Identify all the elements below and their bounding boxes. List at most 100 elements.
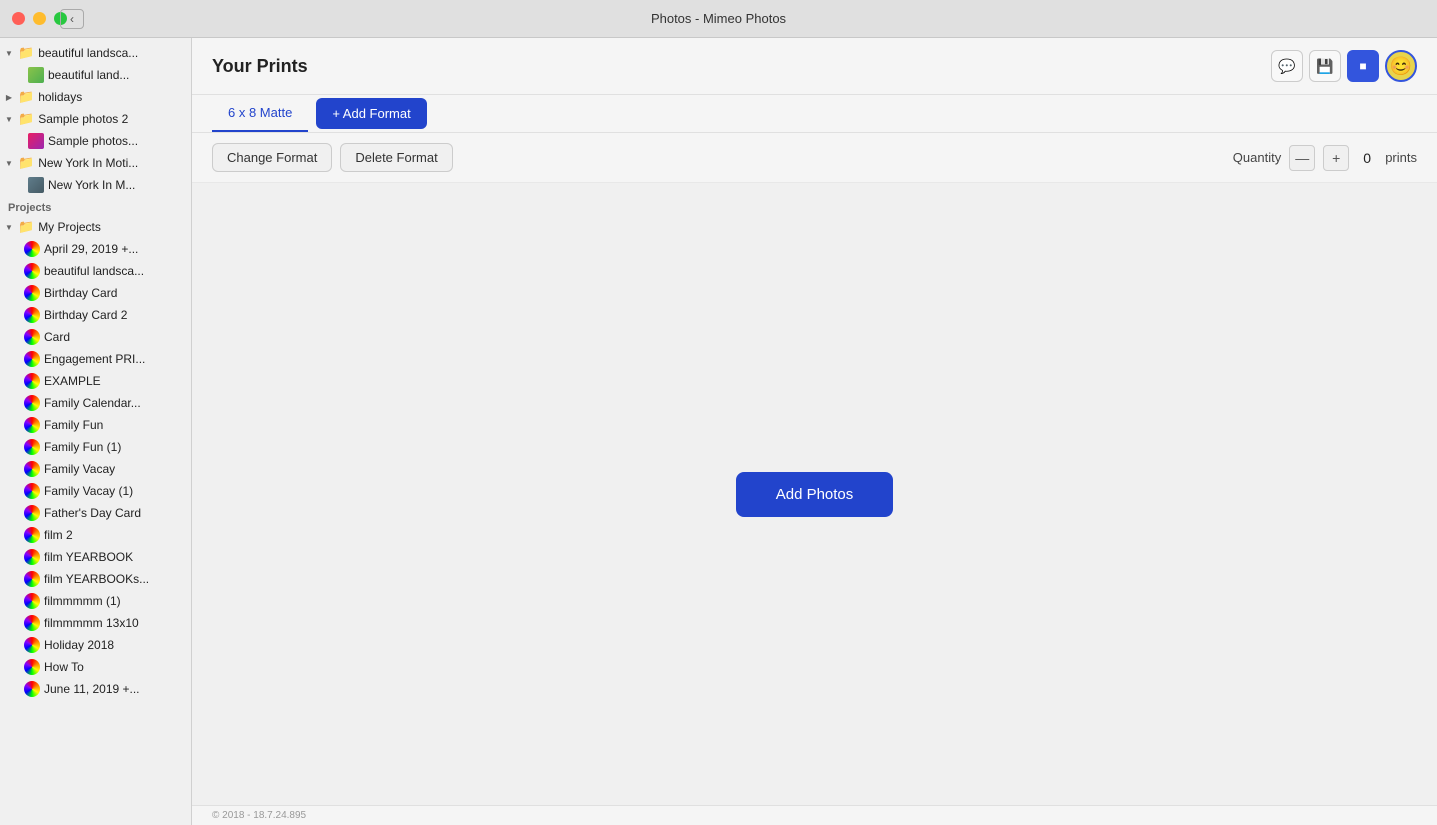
sidebar-item-filmmmmm-1[interactable]: filmmmmm (1) xyxy=(0,590,191,612)
sidebar-item-label: Card xyxy=(44,330,70,344)
toolbar-left: Change Format Delete Format xyxy=(212,143,453,172)
delete-format-button[interactable]: Delete Format xyxy=(340,143,452,172)
chevron-down-icon: ▼ xyxy=(4,223,14,232)
project-icon xyxy=(24,637,40,653)
project-icon xyxy=(24,461,40,477)
sidebar-item-family-calendar[interactable]: Family Calendar... xyxy=(0,392,191,414)
project-icon xyxy=(24,659,40,675)
sidebar-item-holidays[interactable]: ▶ 📁 holidays xyxy=(0,86,191,108)
sidebar-item-beautiful-landsca-project[interactable]: beautiful landsca... xyxy=(0,260,191,282)
quantity-label: Quantity xyxy=(1233,150,1281,165)
sidebar-item-family-vacay-1[interactable]: Family Vacay (1) xyxy=(0,480,191,502)
folder-icon: 📁 xyxy=(18,219,34,235)
project-icon xyxy=(24,571,40,587)
sidebar-item-label: Holiday 2018 xyxy=(44,638,114,652)
sidebar-item-label: April 29, 2019 +... xyxy=(44,242,138,256)
sidebar-item-label: How To xyxy=(44,660,84,674)
content-area: Your Prints 💬 💾 ■ 😊 6 x 8 Matte + Add Fo… xyxy=(192,38,1437,825)
add-photos-button[interactable]: Add Photos xyxy=(736,472,894,517)
project-icon xyxy=(24,395,40,411)
sidebar-item-label: filmmmmm 13x10 xyxy=(44,616,139,630)
copyright-text: © 2018 - 18.7.24.895 xyxy=(212,810,306,821)
sidebar-item-birthday-card-2[interactable]: Birthday Card 2 xyxy=(0,304,191,326)
project-icon xyxy=(24,373,40,389)
sidebar-item-family-vacay[interactable]: Family Vacay xyxy=(0,458,191,480)
tab-6x8-matte[interactable]: 6 x 8 Matte xyxy=(212,95,308,132)
prints-label: prints xyxy=(1385,150,1417,165)
project-icon xyxy=(24,351,40,367)
sidebar: ▼ 📁 beautiful landsca... beautiful land.… xyxy=(0,38,192,825)
sidebar-item-example[interactable]: EXAMPLE xyxy=(0,370,191,392)
active-icon: ■ xyxy=(1359,59,1366,73)
chevron-down-icon: ▼ xyxy=(4,49,14,58)
quantity-increase-button[interactable]: + xyxy=(1323,145,1349,171)
sidebar-item-beautiful-landsca[interactable]: ▼ 📁 beautiful landsca... xyxy=(0,42,191,64)
header-actions: 💬 💾 ■ 😊 xyxy=(1271,50,1417,82)
close-button[interactable] xyxy=(12,12,25,25)
quantity-decrease-button[interactable]: — xyxy=(1289,145,1315,171)
sidebar-item-holiday-2018[interactable]: Holiday 2018 xyxy=(0,634,191,656)
sidebar-item-family-fun-1[interactable]: Family Fun (1) xyxy=(0,436,191,458)
folder-icon: 📁 xyxy=(18,111,34,127)
project-icon xyxy=(24,263,40,279)
sidebar-item-engagement[interactable]: Engagement PRI... xyxy=(0,348,191,370)
project-icon xyxy=(24,505,40,521)
sidebar-item-family-fun[interactable]: Family Fun xyxy=(0,414,191,436)
chevron-down-icon: ▼ xyxy=(4,115,14,124)
content-header: Your Prints 💬 💾 ■ 😊 xyxy=(192,38,1437,95)
sidebar-item-my-projects[interactable]: ▼ 📁 My Projects xyxy=(0,216,191,238)
project-icon xyxy=(24,307,40,323)
sidebar-item-new-york-m[interactable]: New York In M... xyxy=(0,174,191,196)
project-icon xyxy=(24,483,40,499)
tabs-bar: 6 x 8 Matte + Add Format xyxy=(192,95,1437,133)
chat-button[interactable]: 💬 xyxy=(1271,50,1303,82)
save-icon: 💾 xyxy=(1316,58,1333,75)
add-format-button[interactable]: + Add Format xyxy=(316,98,426,129)
minimize-button[interactable] xyxy=(33,12,46,25)
title-bar: ‹ Photos - Mimeo Photos xyxy=(0,0,1437,38)
sidebar-item-sample-photos[interactable]: Sample photos... xyxy=(0,130,191,152)
change-format-button[interactable]: Change Format xyxy=(212,143,332,172)
sidebar-item-label: June 11, 2019 +... xyxy=(44,682,140,696)
sidebar-item-card[interactable]: Card xyxy=(0,326,191,348)
sidebar-item-sample-photos-2[interactable]: ▼ 📁 Sample photos 2 xyxy=(0,108,191,130)
back-button[interactable]: ‹ xyxy=(60,9,84,29)
sidebar-item-label: beautiful landsca... xyxy=(44,264,144,278)
project-icon xyxy=(24,615,40,631)
sidebar-item-label: Father's Day Card xyxy=(44,506,141,520)
sidebar-item-film-yearbook[interactable]: film YEARBOOK xyxy=(0,546,191,568)
sidebar-item-beautiful-land[interactable]: beautiful land... xyxy=(0,64,191,86)
sidebar-item-label: Sample photos... xyxy=(48,134,138,148)
sidebar-item-film-2[interactable]: film 2 xyxy=(0,524,191,546)
sidebar-item-birthday-card[interactable]: Birthday Card xyxy=(0,282,191,304)
save-button[interactable]: 💾 xyxy=(1309,50,1341,82)
chevron-right-icon: ▶ xyxy=(4,93,14,102)
toolbar: Change Format Delete Format Quantity—+0p… xyxy=(192,133,1437,183)
sidebar-item-filmmmmm-13x10[interactable]: filmmmmm 13x10 xyxy=(0,612,191,634)
sidebar-item-label: New York In Moti... xyxy=(38,156,138,170)
sidebar-item-label: EXAMPLE xyxy=(44,374,101,388)
sidebar-item-label: My Projects xyxy=(38,220,101,234)
sidebar-item-label: film YEARBOOK xyxy=(44,550,133,564)
sidebar-item-fathers-day[interactable]: Father's Day Card xyxy=(0,502,191,524)
content-footer: © 2018 - 18.7.24.895 xyxy=(192,805,1437,825)
sidebar-item-april-2019[interactable]: April 29, 2019 +... xyxy=(0,238,191,260)
sidebar-item-label: film 2 xyxy=(44,528,73,542)
sidebar-item-how-to[interactable]: How To xyxy=(0,656,191,678)
folder-icon: 📁 xyxy=(18,89,34,105)
sidebar-item-film-yearbooks[interactable]: film YEARBOOKs... xyxy=(0,568,191,590)
sidebar-item-label: filmmmmm (1) xyxy=(44,594,121,608)
toolbar-right: Quantity—+0prints xyxy=(1233,145,1417,171)
avatar-button[interactable]: 😊 xyxy=(1385,50,1417,82)
sidebar-item-label: film YEARBOOKs... xyxy=(44,572,149,586)
main-layout: ▼ 📁 beautiful landsca... beautiful land.… xyxy=(0,38,1437,825)
page-title: Your Prints xyxy=(212,56,308,77)
sidebar-item-new-york[interactable]: ▼ 📁 New York In Moti... xyxy=(0,152,191,174)
active-button[interactable]: ■ xyxy=(1347,50,1379,82)
project-icon xyxy=(24,329,40,345)
chevron-down-icon: ▼ xyxy=(4,159,14,168)
sidebar-item-label: Family Fun xyxy=(44,418,103,432)
sidebar-item-june-2019[interactable]: June 11, 2019 +... xyxy=(0,678,191,700)
folder-icon: 📁 xyxy=(18,45,34,61)
sidebar-item-label: Birthday Card 2 xyxy=(44,308,127,322)
